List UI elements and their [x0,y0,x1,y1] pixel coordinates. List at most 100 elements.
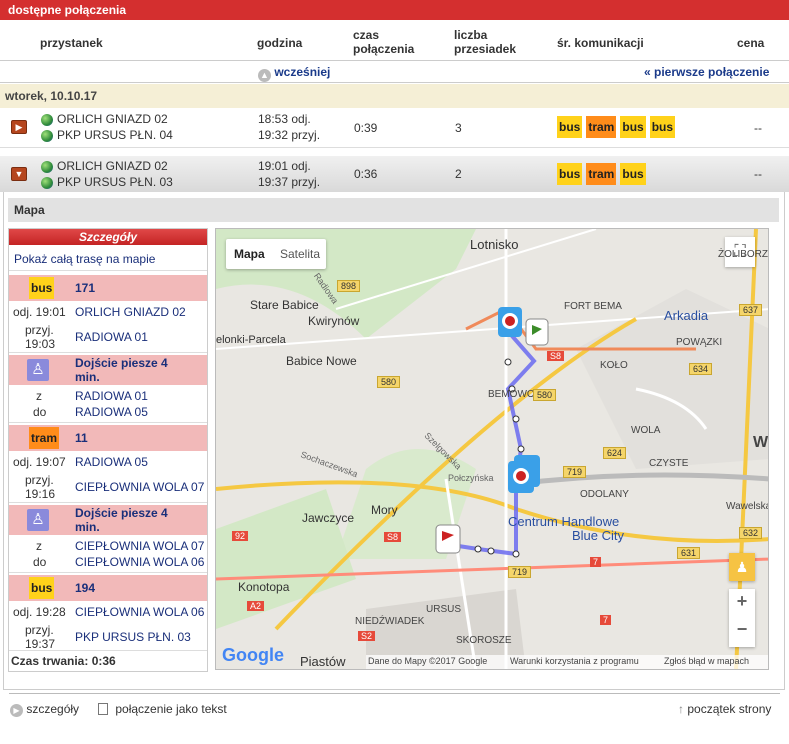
as-text-link[interactable]: połączenie jako tekst [98,702,227,716]
connection-row[interactable]: ▶ ORLICH GNIAZD 02 PKP URSUS PŁN. 04 18:… [0,108,789,148]
tram-badge: tram [586,116,617,138]
route-map[interactable]: Mapa Satelita ⛶ ♟ + − Lotnisko Stare Bab… [215,228,769,670]
date-row: wtorek, 10.10.17 [0,84,789,108]
leg-departure: odj. 19:07 RADIOWA 05 [9,453,207,471]
show-route-link[interactable]: Pokaż całą trasę na mapie [9,247,207,271]
walk-label: Dojście piesze 4 [75,506,168,520]
pegman-icon[interactable]: ♟ [729,553,755,581]
arrow-up-icon: ↑ [678,702,684,716]
walking-person-icon: ♙ [27,509,49,531]
walk-detail: z RADIOWA 01 do RADIOWA 05 [9,387,207,423]
walk-label: Dojście piesze 4 [75,356,168,370]
map-label: Blue City [572,528,625,543]
arrival-time: 19:16 [25,487,56,501]
first-connection-link[interactable]: « pierwsze połączenie [644,64,769,80]
stop-name: PKP URSUS PŁN. 03 [75,630,191,644]
from-label: z [36,389,42,403]
stop-name: RADIOWA 05 [75,405,148,419]
map-canvas[interactable] [216,229,769,670]
terms-link[interactable]: Warunki korzystania z programu [510,656,639,666]
to-stop-label: PKP URSUS PŁN. 04 [57,128,173,142]
connection-row-expanded[interactable]: ▼ ORLICH GNIAZD 02 PKP URSUS PŁN. 03 19:… [0,156,789,192]
divider [0,60,789,61]
divider [0,82,789,83]
stop-name: RADIOWA 01 [75,330,148,344]
road-shield: 580 [533,389,557,401]
arrival-label: przyj. [25,323,54,337]
collapse-arrow-icon[interactable]: ▼ [11,167,27,181]
col-stop: przystanek [40,36,103,50]
top-link[interactable]: ↑ początek strony [678,702,771,716]
col-duration-line1: czas [353,28,380,42]
date-label: wtorek, 10.10.17 [5,89,98,103]
details-link[interactable]: ▶ szczegóły [10,702,79,717]
leg-departure: odj. 19:28 CIEPŁOWNIA WOLA 06 [9,603,207,621]
details-title: Szczegóły [9,229,207,245]
map-label: Babice Nowe [286,354,357,368]
col-changes-line1: liczba [454,28,488,42]
road-shield: 7 [590,557,602,567]
satellite-tab[interactable]: Satelita [280,247,320,261]
globe-icon [41,176,53,189]
bus-badge: bus [557,163,583,185]
from-label: z [36,539,42,553]
zoom-out-button[interactable]: − [729,619,755,640]
changes: 2 [455,167,462,181]
map-label: POWĄZKI [676,337,723,348]
line-number: 194 [75,581,96,595]
document-icon [98,703,108,715]
leg-arrival: przyj. 19:37 PKP URSUS PŁN. 03 [9,621,207,651]
zoom-in-button[interactable]: + [729,591,755,612]
price: -- [754,121,762,135]
leg-departure: odj. 19:01 ORLICH GNIAZD 02 [9,303,207,321]
col-changes: liczba przesiadek [454,28,516,68]
map-label: FORT BEMA [564,301,622,312]
road-shield: 637 [739,304,763,316]
road-shield: 634 [689,363,713,375]
map-label: Arkadia [664,308,709,323]
to-label: do [33,405,47,419]
google-logo: Google [222,645,284,665]
road-shield: S8 [384,532,402,542]
bus-badge: bus [29,577,55,599]
duration: 0:39 [354,121,378,135]
transport-modes: bus tram bus [557,163,650,185]
transport-modes: bus tram bus bus [557,116,679,138]
arrival-label: przyj. [25,473,54,487]
price: -- [754,167,762,181]
departure-time: odj. 19:28 [13,605,66,619]
col-duration-line2: połączenia [353,42,415,56]
bus-badge: bus [620,116,646,138]
arrival-time: 19:37 [25,637,56,651]
map-label: Jawczyce [302,511,355,525]
arrival-label: przyj. [25,623,54,637]
road-shield: 631 [677,547,701,559]
walking-person-icon: ♙ [27,359,49,381]
tram-badge: tram [586,163,617,185]
to-stop-label: PKP URSUS PŁN. 03 [57,175,173,189]
road-shield: 632 [739,527,763,539]
leg-walk: ♙ Dojście piesze 4 min. [9,355,207,385]
globe-icon [41,113,53,126]
col-changes-line2: przesiadek [454,42,517,56]
attribution-text: Dane do Mapy ©2017 Google [368,656,488,666]
bus-badge: bus [649,116,676,138]
walk-label-2: min. [75,520,100,534]
arrow-right-icon: ▶ [10,704,23,717]
divider [9,693,780,694]
col-duration: czas połączenia [353,28,414,68]
report-error-link[interactable]: Zgłoś błąd w mapach [664,656,749,666]
to-stop: PKP URSUS PŁN. 03 [41,174,173,190]
expand-arrow-icon[interactable]: ▶ [11,120,27,134]
tram-badge: tram [29,427,60,449]
show-route-label: Pokaż całą trasę na mapie [14,252,156,266]
to-label: do [33,555,47,569]
map-label: Konotopa [238,580,290,594]
arrival-time: 19:37 przyj. [258,175,321,189]
arrival-time: 19:32 przyj. [258,128,321,142]
road-shield: 898 [337,280,361,292]
earlier-link[interactable]: ▲ wcześniej [258,64,330,82]
map-tab[interactable]: Mapa [234,247,265,261]
map-label: BEMOWO [488,389,535,400]
map-label: WOLA [631,425,661,436]
